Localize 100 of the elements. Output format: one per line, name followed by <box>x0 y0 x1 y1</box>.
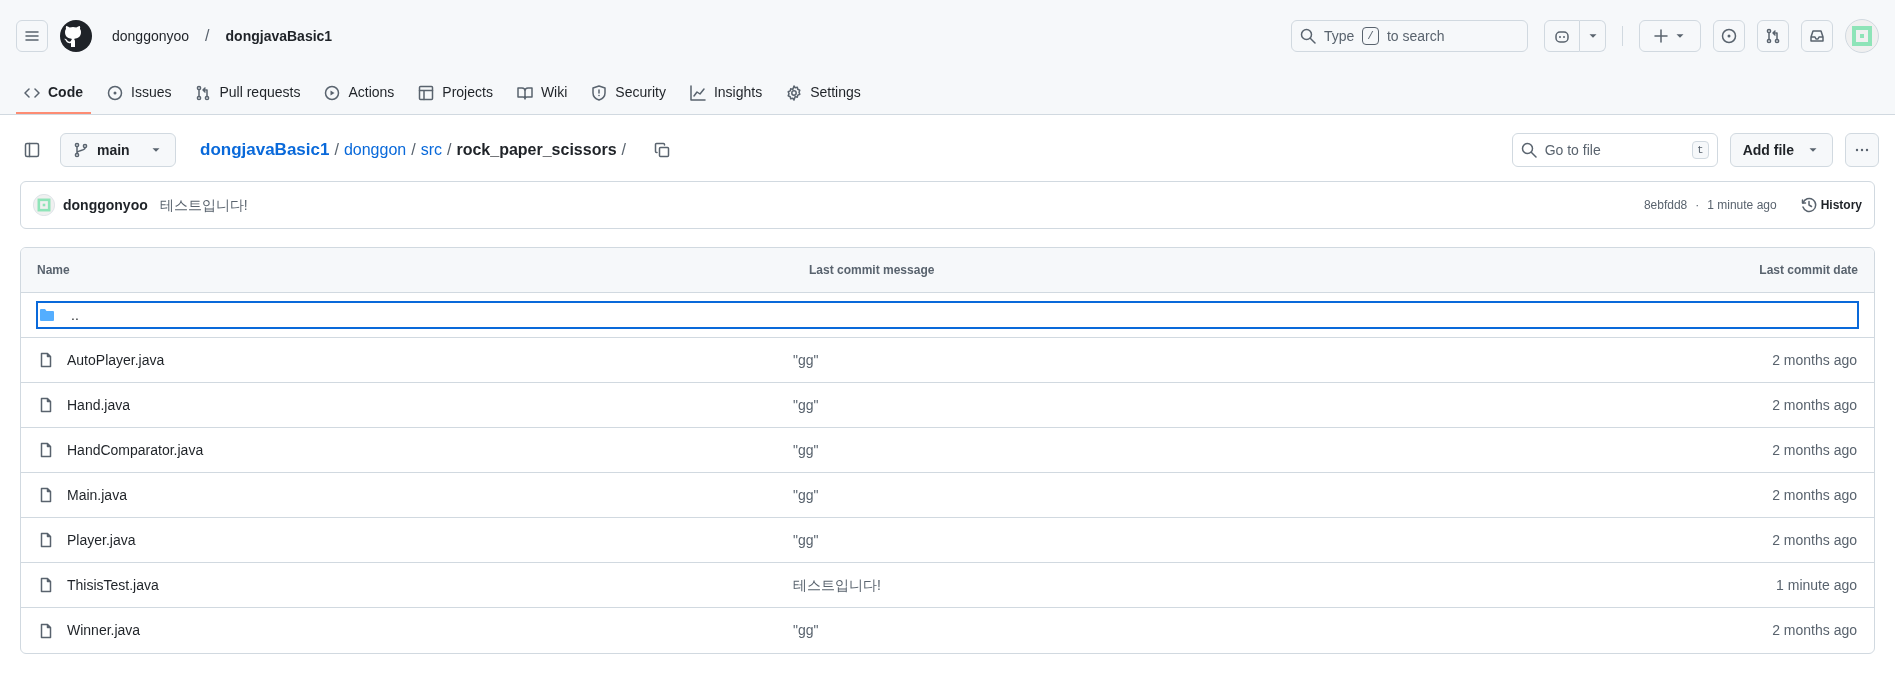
search-field[interactable]: Type / to search <box>1291 20 1528 52</box>
pull-request-icon <box>1765 28 1781 44</box>
file-icon <box>38 397 54 413</box>
file-row[interactable]: ThisisTest.java 테스트입니다! 1 minute ago <box>38 567 1857 603</box>
commit-date: 2 months ago <box>1772 485 1857 505</box>
file-row[interactable]: AutoPlayer.java "gg" 2 months ago <box>38 342 1857 378</box>
file-name-link[interactable]: ThisisTest.java <box>67 574 159 596</box>
path-separator: / <box>447 140 452 160</box>
commit-message-link[interactable]: "gg" <box>793 349 819 371</box>
file-name-link[interactable]: AutoPlayer.java <box>67 349 165 371</box>
file-icon <box>38 577 54 593</box>
copilot-button[interactable] <box>1544 20 1580 52</box>
issues-button[interactable] <box>1713 20 1745 52</box>
commit-message-link[interactable]: 테스트입니다! <box>793 574 881 596</box>
commit-date: 2 months ago <box>1772 530 1857 550</box>
issue-icon <box>107 84 123 101</box>
column-header: Last commit message <box>809 262 935 279</box>
path-separator: / <box>411 140 416 160</box>
history-button[interactable]: History <box>1800 196 1862 214</box>
file-name-link[interactable]: Winner.java <box>67 620 141 641</box>
nav-tab[interactable]: Security <box>583 82 674 114</box>
avatar-icon <box>33 194 55 216</box>
commit-date: 2 months ago <box>1772 621 1857 640</box>
repo-link[interactable]: dongjavaBasic1 <box>225 25 333 47</box>
table-icon <box>418 84 435 101</box>
shortcut-key: / <box>1362 26 1379 46</box>
file-row[interactable]: Main.java "gg" 2 months ago <box>38 477 1857 513</box>
create-new-button[interactable] <box>1639 20 1701 52</box>
octocat-logo-icon[interactable] <box>60 20 92 52</box>
file-row[interactable]: Hand.java "gg" 2 months ago <box>38 387 1857 423</box>
nav-tab[interactable]: Insights <box>681 82 771 114</box>
breadcrumb-link[interactable]: donggon <box>343 138 407 162</box>
nav-tab[interactable]: Wiki <box>508 82 576 114</box>
current-folder-label: rock_paper_scissors <box>456 140 617 160</box>
column-header: Last commit date <box>1759 262 1858 279</box>
commit-message-link[interactable]: "gg" <box>793 484 819 506</box>
copy-icon <box>654 142 670 158</box>
branch-icon <box>73 142 89 158</box>
pull-requests-button[interactable] <box>1757 20 1789 52</box>
nav-tab[interactable]: Pull requests <box>187 82 309 114</box>
parent-directory-label: .. <box>71 305 79 325</box>
search-placeholder: to search <box>1386 26 1445 46</box>
nav-tab[interactable]: Projects <box>410 82 501 114</box>
folder-icon <box>39 307 55 323</box>
file-icon <box>38 622 54 639</box>
parent-directory-row[interactable]: .. <box>38 303 1857 327</box>
breadcrumb-link[interactable]: dongjavaBasic1 <box>200 137 330 163</box>
book-icon <box>516 84 533 101</box>
file-name-link[interactable]: Main.java <box>67 484 127 506</box>
pull-request-icon <box>195 84 212 101</box>
dot-separator: · <box>1695 197 1700 214</box>
commit-message-link[interactable]: "gg" <box>793 620 819 641</box>
commit-message-link[interactable]: "gg" <box>793 394 819 416</box>
commit-date: 2 months ago <box>1772 395 1857 415</box>
commit-message[interactable]: 테스트입니다! <box>159 194 248 216</box>
plus-icon <box>1653 28 1669 44</box>
breadcrumb-link[interactable]: src <box>420 138 442 162</box>
commit-date: 2 months ago <box>1772 440 1857 460</box>
commit-sha[interactable]: 8ebfdd8 <box>1643 196 1688 214</box>
search-icon <box>1300 28 1316 44</box>
file-icon <box>38 487 54 503</box>
nav-tab[interactable]: Settings <box>778 82 869 114</box>
file-row[interactable]: HandComparator.java "gg" 2 months ago <box>38 432 1857 468</box>
robot-icon <box>1554 28 1570 44</box>
commit-date: 2 months ago <box>1772 350 1857 370</box>
file-row[interactable]: Winner.java "gg" 2 months ago <box>38 612 1857 649</box>
file-icon <box>38 352 54 368</box>
file-row[interactable]: Player.java "gg" 2 months ago <box>38 522 1857 558</box>
shield-icon <box>591 84 608 101</box>
owner-link[interactable]: donggonyoo <box>112 25 190 47</box>
shortcut-key: t <box>1692 140 1709 160</box>
path-separator: / <box>621 140 626 160</box>
side-panel-icon <box>24 142 40 158</box>
path-separator: / <box>205 26 210 46</box>
commit-message-link[interactable]: "gg" <box>793 529 819 551</box>
path-separator: / <box>334 140 339 160</box>
column-header: Name <box>37 262 70 279</box>
file-icon <box>38 442 54 458</box>
add-file-button[interactable]: Add file <box>1729 133 1833 167</box>
nav-tab[interactable]: Issues <box>99 82 180 114</box>
issue-icon <box>1721 28 1737 44</box>
graph-icon <box>689 84 706 101</box>
file-name-link[interactable]: Hand.java <box>67 394 131 416</box>
search-placeholder: Type <box>1324 26 1355 46</box>
go-to-file-placeholder: Go to file <box>1544 140 1602 160</box>
commit-message-link[interactable]: "gg" <box>793 439 819 461</box>
file-name-link[interactable]: HandComparator.java <box>67 439 204 461</box>
nav-tab[interactable]: Actions <box>316 82 403 114</box>
go-to-file-field[interactable]: Go to file t <box>1511 133 1718 167</box>
commit-date: 1 minute ago <box>1776 575 1857 595</box>
inbox-button[interactable] <box>1801 20 1833 52</box>
inbox-icon <box>1809 28 1825 44</box>
nav-tab[interactable]: Code <box>16 82 91 114</box>
history-icon <box>1800 197 1817 213</box>
play-icon <box>324 84 341 101</box>
file-name-link[interactable]: Player.java <box>67 529 136 551</box>
menu-button[interactable] <box>16 20 48 52</box>
commit-author[interactable]: donggonyoo <box>63 194 148 216</box>
branch-button[interactable]: main <box>60 133 176 167</box>
gear-icon <box>786 84 803 101</box>
